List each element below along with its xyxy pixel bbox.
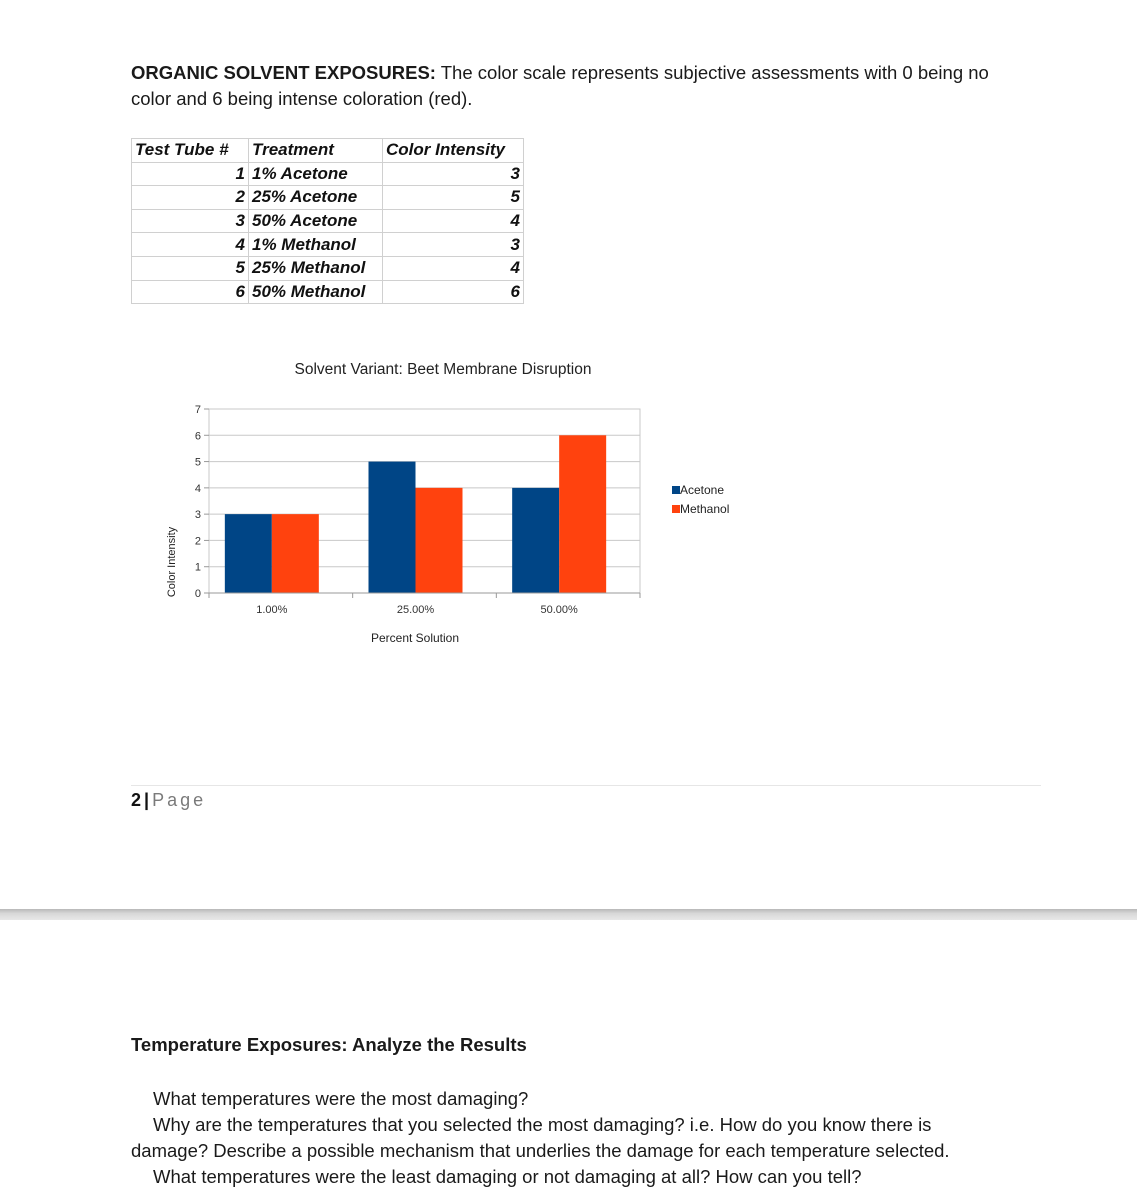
y-tick-label: 4 — [195, 483, 201, 495]
y-tick-label: 1 — [195, 562, 201, 574]
section-title: Temperature Exposures: Analyze the Resul… — [131, 1034, 527, 1055]
intro-heading: ORGANIC SOLVENT EXPOSURES: — [131, 62, 436, 83]
cell-treatment: 25% Methanol — [248, 255, 383, 281]
bar-methanol-3 — [559, 435, 607, 593]
page-number: 2 — [131, 790, 142, 810]
table-row: 2 25% Acetone 5 — [131, 185, 524, 210]
bar-acetone-3 — [512, 487, 560, 593]
question-item: Why are the temperatures that you select… — [131, 1114, 950, 1161]
legend-swatch-methanol — [672, 505, 680, 513]
y-tick-label: 7 — [195, 404, 201, 416]
table-row: 5 25% Methanol 4 — [131, 255, 524, 281]
bar-acetone-2 — [368, 461, 416, 593]
table-row: 1 1% Acetone 3 — [131, 161, 524, 187]
y-tick-label: 3 — [195, 509, 201, 521]
footer-divider — [131, 785, 1041, 786]
questions-list: What temperatures were the most damaging… — [131, 1086, 1011, 1190]
cell-treatment: 25% Acetone — [248, 185, 383, 210]
x-tick-label: 50.00% — [541, 604, 579, 616]
legend-swatch-acetone — [672, 486, 680, 494]
cell-intensity: 5 — [382, 185, 524, 210]
table-row: 3 50% Acetone 4 — [131, 208, 524, 234]
page-separator: | — [144, 790, 150, 810]
bar-chart: Solvent Variant: Beet Membrane Disruptio… — [150, 350, 770, 660]
question-item: What temperatures were the least damagin… — [153, 1166, 862, 1187]
chart-legend: Acetone Methanol — [672, 483, 729, 516]
chart-x-axis-label: Percent Solution — [371, 631, 459, 645]
chart-svg: Solvent Variant: Beet Membrane Disruptio… — [166, 361, 729, 645]
cell-tube: 2 — [131, 185, 249, 210]
cell-intensity: 6 — [382, 279, 524, 305]
cell-intensity: 3 — [382, 161, 524, 187]
cell-treatment: 1% Methanol — [248, 232, 383, 257]
cell-intensity: 3 — [382, 232, 524, 257]
chart-y-axis-label: Color Intensity — [166, 526, 178, 597]
header-treatment: Treatment — [248, 138, 383, 163]
bar-methanol-2 — [415, 487, 463, 593]
cell-treatment: 50% Acetone — [248, 208, 383, 234]
intro-paragraph: ORGANIC SOLVENT EXPOSURES: The color sca… — [131, 60, 1031, 112]
cell-intensity: 4 — [382, 208, 524, 234]
y-tick-label: 5 — [195, 457, 201, 469]
legend-label-methanol: Methanol — [680, 502, 729, 516]
cell-tube: 1 — [131, 161, 249, 187]
cell-tube: 3 — [131, 208, 249, 234]
results-table: Test Tube # Treatment Color Intensity 1 … — [131, 138, 524, 305]
y-tick-label: 2 — [195, 535, 201, 547]
y-tick-label: 0 — [195, 588, 201, 600]
page-number-footer: 2 | Page — [131, 790, 206, 811]
x-tick-label: 1.00% — [256, 604, 287, 616]
table-row: 4 1% Methanol 3 — [131, 232, 524, 257]
header-color-intensity: Color Intensity — [382, 138, 524, 163]
cell-tube: 5 — [131, 255, 249, 281]
table-row: 6 50% Methanol 6 — [131, 279, 524, 305]
x-tick-label: 25.00% — [397, 604, 435, 616]
cell-intensity: 4 — [382, 255, 524, 281]
bar-methanol-1 — [271, 514, 319, 593]
page-label: Page — [152, 790, 207, 810]
page-break-gap — [0, 909, 1137, 920]
y-tick-label: 6 — [195, 430, 201, 442]
question-item: What temperatures were the most damaging… — [153, 1088, 529, 1109]
cell-treatment: 50% Methanol — [248, 279, 383, 305]
legend-label-acetone: Acetone — [680, 483, 724, 497]
bar-acetone-1 — [224, 514, 272, 593]
chart-title: Solvent Variant: Beet Membrane Disruptio… — [295, 361, 592, 378]
cell-treatment: 1% Acetone — [248, 161, 383, 187]
cell-tube: 4 — [131, 232, 249, 257]
table-header-row: Test Tube # Treatment Color Intensity — [131, 138, 524, 163]
cell-tube: 6 — [131, 279, 249, 305]
header-test-tube: Test Tube # — [131, 138, 249, 163]
